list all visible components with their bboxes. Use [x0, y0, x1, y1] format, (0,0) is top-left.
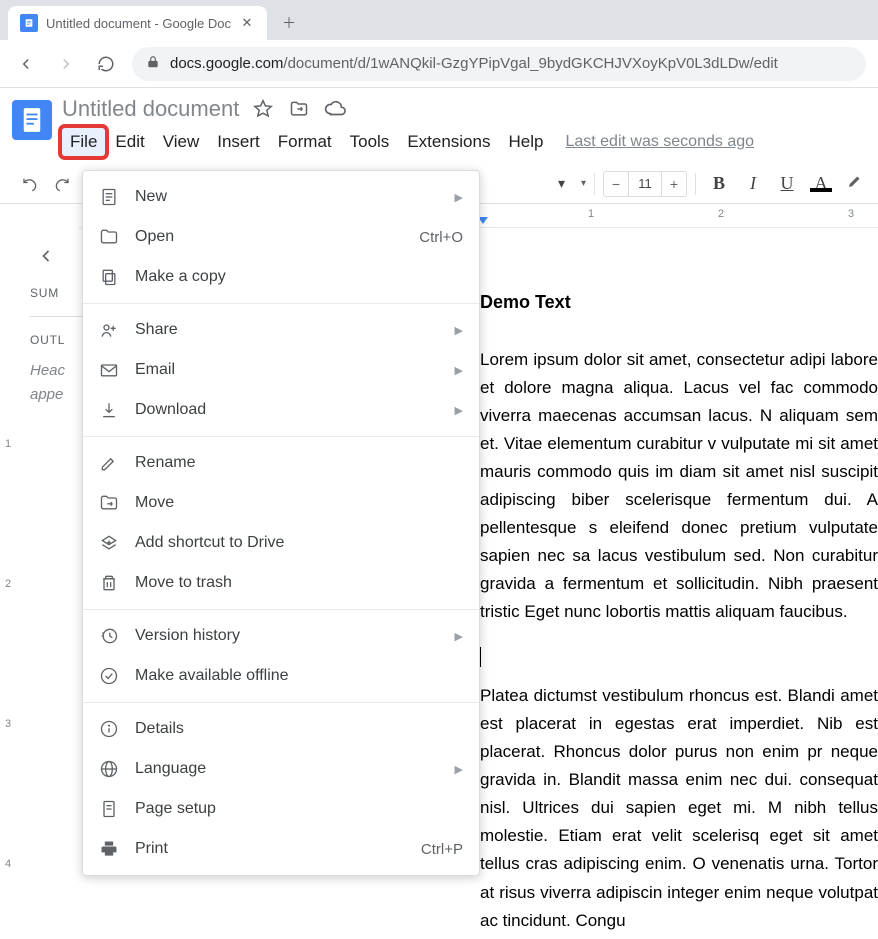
globe-icon	[99, 759, 119, 779]
add-shortcut-icon	[99, 533, 119, 553]
doc-paragraph: Lorem ipsum dolor sit amet, consectetur …	[480, 346, 878, 626]
font-size-decrease[interactable]: −	[604, 176, 628, 192]
submenu-arrow-icon: ▶	[455, 191, 463, 204]
submenu-arrow-icon: ▶	[455, 763, 463, 776]
tab-title: Untitled document - Google Doc	[46, 16, 231, 31]
ruler-number: 2	[718, 208, 724, 220]
document-title[interactable]: Untitled document	[62, 96, 239, 122]
file-menu-email[interactable]: Email ▶	[83, 350, 479, 390]
browser-toolbar: docs.google.com/document/d/1wANQkil-GzgY…	[0, 40, 878, 88]
email-icon	[99, 360, 119, 380]
file-menu-download[interactable]: Download ▶	[83, 390, 479, 430]
file-menu-print[interactable]: Print Ctrl+P	[83, 829, 479, 869]
redo-button[interactable]	[48, 170, 76, 198]
text-color-button[interactable]: A	[806, 173, 836, 194]
shortcut-label: Ctrl+P	[421, 841, 463, 858]
bold-button[interactable]: B	[704, 173, 734, 194]
last-edit-link[interactable]: Last edit was seconds ago	[565, 133, 754, 151]
file-menu-dropdown: New ▶ Open Ctrl+O Make a copy Share ▶ Em…	[82, 170, 480, 876]
file-menu-details[interactable]: Details	[83, 709, 479, 749]
ruler-number: 3	[848, 208, 854, 220]
file-menu-language[interactable]: Language ▶	[83, 749, 479, 789]
folder-icon	[99, 227, 119, 247]
font-size-value[interactable]: 11	[628, 172, 662, 196]
text-cursor	[480, 647, 481, 667]
submenu-arrow-icon: ▶	[455, 404, 463, 417]
browser-tab[interactable]: Untitled document - Google Doc ✕	[8, 6, 267, 40]
offline-icon	[99, 666, 119, 686]
file-menu-move[interactable]: Move	[83, 483, 479, 523]
file-menu-open[interactable]: Open Ctrl+O	[83, 217, 479, 257]
menu-format[interactable]: Format	[270, 128, 340, 156]
menu-bar: File Edit View Insert Format Tools Exten…	[62, 128, 866, 156]
file-menu-version-history[interactable]: Version history ▶	[83, 616, 479, 656]
italic-button[interactable]: I	[738, 173, 768, 194]
menu-tools[interactable]: Tools	[342, 128, 398, 156]
font-size-control[interactable]: − 11 +	[603, 171, 687, 197]
file-menu-add-shortcut[interactable]: Add shortcut to Drive	[83, 523, 479, 563]
move-icon	[99, 493, 119, 513]
submenu-arrow-icon: ▶	[455, 364, 463, 377]
close-tab-icon[interactable]: ✕	[239, 15, 255, 31]
page-setup-icon	[99, 799, 119, 819]
url-text: docs.google.com/document/d/1wANQkil-GzgY…	[170, 55, 778, 72]
doc-heading: Demo Text	[480, 288, 878, 318]
rename-icon	[99, 453, 119, 473]
move-folder-icon[interactable]	[287, 97, 311, 121]
file-menu-new[interactable]: New ▶	[83, 177, 479, 217]
browser-tab-strip: Untitled document - Google Doc ✕ ＋	[0, 0, 878, 40]
underline-button[interactable]: U	[772, 173, 802, 194]
lock-icon	[146, 55, 160, 73]
forward-button[interactable]	[52, 50, 80, 78]
share-icon	[99, 320, 119, 340]
docs-logo[interactable]	[12, 100, 52, 140]
file-menu-share[interactable]: Share ▶	[83, 310, 479, 350]
docs-header: Untitled document File Edit View Insert …	[0, 88, 878, 156]
file-menu-page-setup[interactable]: Page setup	[83, 789, 479, 829]
menu-insert[interactable]: Insert	[209, 128, 268, 156]
menu-edit[interactable]: Edit	[107, 128, 152, 156]
menu-help[interactable]: Help	[500, 128, 551, 156]
docs-favicon	[20, 14, 38, 32]
print-icon	[99, 839, 119, 859]
file-menu-offline[interactable]: Make available offline	[83, 656, 479, 696]
history-icon	[99, 626, 119, 646]
submenu-arrow-icon: ▶	[455, 324, 463, 337]
download-icon	[99, 400, 119, 420]
url-bar[interactable]: docs.google.com/document/d/1wANQkil-GzgY…	[132, 47, 866, 81]
undo-button[interactable]	[16, 170, 44, 198]
menu-view[interactable]: View	[155, 128, 208, 156]
file-menu-trash[interactable]: Move to trash	[83, 563, 479, 603]
submenu-arrow-icon: ▶	[455, 630, 463, 643]
info-icon	[99, 719, 119, 739]
new-tab-button[interactable]: ＋	[275, 9, 303, 37]
vertical-ruler: 1 2 3 4	[0, 228, 22, 939]
reload-button[interactable]	[92, 50, 120, 78]
cloud-status-icon[interactable]	[323, 97, 347, 121]
menu-file[interactable]: File	[62, 128, 105, 156]
outline-collapse-button[interactable]	[30, 240, 62, 272]
highlight-button[interactable]	[840, 172, 870, 195]
doc-paragraph: Platea dictumst vestibulum rhoncus est. …	[480, 682, 878, 934]
document-icon	[99, 187, 119, 207]
trash-icon	[99, 573, 119, 593]
shortcut-label: Ctrl+O	[419, 229, 463, 246]
back-button[interactable]	[12, 50, 40, 78]
copy-icon	[99, 267, 119, 287]
file-menu-make-copy[interactable]: Make a copy	[83, 257, 479, 297]
font-size-increase[interactable]: +	[662, 176, 686, 192]
star-icon[interactable]	[251, 97, 275, 121]
menu-extensions[interactable]: Extensions	[399, 128, 498, 156]
file-menu-rename[interactable]: Rename	[83, 443, 479, 483]
ruler-number: 1	[588, 208, 594, 220]
